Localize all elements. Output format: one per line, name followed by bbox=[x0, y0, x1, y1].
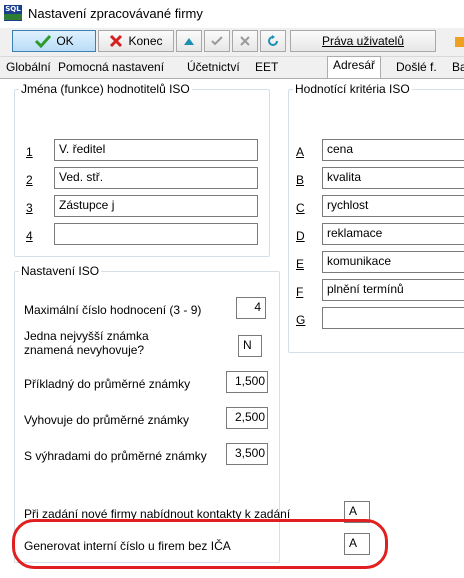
highlight-oval bbox=[12, 519, 388, 569]
prava-uzivatelu-button[interactable]: Práva uživatelů bbox=[290, 30, 436, 52]
window-title: Nastavení zpracovávané firmy bbox=[28, 6, 203, 21]
criteria-letter-e: E bbox=[296, 257, 305, 271]
max-rating-input[interactable]: 4 bbox=[236, 297, 266, 319]
ok-label: OK bbox=[56, 34, 74, 48]
adresar-panel: Jména (funkce) hodnotitelů ISO 1 V. ředi… bbox=[0, 78, 464, 578]
check-icon bbox=[35, 34, 52, 48]
arrow-up-icon bbox=[184, 38, 194, 45]
app-icon: SQL bbox=[4, 5, 22, 21]
name-row-2-number: 2 bbox=[26, 173, 33, 187]
satisfactory-input[interactable]: 2,500 bbox=[226, 407, 268, 429]
tab-strip: Globální Pomocná nastavení Účetnictví EE… bbox=[0, 56, 464, 78]
criteria-letter-f: F bbox=[296, 285, 304, 299]
konec-button[interactable]: Konec bbox=[98, 30, 174, 52]
konec-label: Konec bbox=[128, 34, 163, 48]
check-disabled-icon bbox=[211, 36, 223, 46]
tab-ucetnictvi[interactable]: Účetnictví bbox=[187, 60, 240, 74]
name-input-1[interactable]: V. ředitel bbox=[54, 139, 258, 161]
confirm-button[interactable] bbox=[204, 30, 230, 52]
exemplary-label: Příkladný do průměrné známky bbox=[24, 377, 191, 391]
close-icon bbox=[110, 34, 123, 48]
toolbar: OK Konec Práva uživatelů bbox=[0, 28, 464, 57]
criteria-input-f[interactable]: plnění termínů bbox=[322, 279, 464, 301]
criteria-input-a[interactable]: cena bbox=[322, 139, 464, 161]
reservations-label: S výhradami do průměrné známky bbox=[24, 449, 207, 463]
max-rating-label: Maximální číslo hodnocení (3 - 9) bbox=[24, 303, 202, 317]
ok-button[interactable]: OK bbox=[12, 30, 96, 52]
criteria-letter-g: G bbox=[296, 313, 306, 327]
tab-eet[interactable]: EET bbox=[255, 60, 278, 74]
tab-dosle-f[interactable]: Došlé f. bbox=[396, 60, 437, 74]
tab-pomocna-nastaveni[interactable]: Pomocná nastavení bbox=[58, 60, 164, 74]
name-row-1-number: 1 bbox=[26, 145, 33, 159]
tab-globalni[interactable]: Globální bbox=[6, 60, 51, 74]
tab-ba[interactable]: Ba bbox=[452, 60, 464, 74]
prava-label: Práva uživatelů bbox=[321, 34, 405, 48]
criteria-letter-b: B bbox=[296, 173, 305, 187]
criteria-input-e[interactable]: komunikace bbox=[322, 251, 464, 273]
cancel-button[interactable] bbox=[232, 30, 258, 52]
satisfactory-label: Vyhovuje do průměrné známky bbox=[24, 413, 189, 427]
criteria-letter-d: D bbox=[296, 229, 305, 243]
name-row-3-number: 3 bbox=[26, 201, 33, 215]
reservations-input[interactable]: 3,500 bbox=[226, 443, 268, 465]
title-bar: SQL Nastavení zpracovávané firmy bbox=[0, 0, 464, 28]
tab-adresar[interactable]: Adresář bbox=[327, 56, 382, 78]
x-disabled-icon bbox=[240, 36, 250, 46]
move-up-button[interactable] bbox=[176, 30, 202, 52]
best-grade-input[interactable]: N bbox=[238, 335, 262, 357]
criteria-input-b[interactable]: kvalita bbox=[322, 167, 464, 189]
iso-group-title: Nastavení ISO bbox=[19, 264, 102, 278]
names-group-title: Jména (funkce) hodnotitelů ISO bbox=[19, 82, 192, 96]
name-input-4[interactable] bbox=[54, 223, 258, 245]
exemplary-input[interactable]: 1,500 bbox=[226, 371, 268, 393]
criteria-letter-a: A bbox=[296, 145, 305, 159]
best-grade-label: Jedna nejvyšší známka znamená nevyhovuje? bbox=[24, 329, 149, 357]
criteria-input-g[interactable] bbox=[322, 307, 464, 329]
name-row-4-number: 4 bbox=[26, 229, 33, 243]
refresh-icon bbox=[268, 35, 278, 46]
name-input-3[interactable]: Zástupce j bbox=[54, 195, 258, 217]
criteria-group-title: Hodnotící kritéria ISO bbox=[293, 82, 412, 96]
criteria-input-d[interactable]: reklamace bbox=[322, 223, 464, 245]
name-input-2[interactable]: Ved. stř. bbox=[54, 167, 258, 189]
refresh-button[interactable] bbox=[260, 30, 286, 52]
extra-toolbar-icon[interactable] bbox=[455, 37, 464, 47]
criteria-input-c[interactable]: rychlost bbox=[322, 195, 464, 217]
criteria-letter-c: C bbox=[296, 201, 305, 215]
